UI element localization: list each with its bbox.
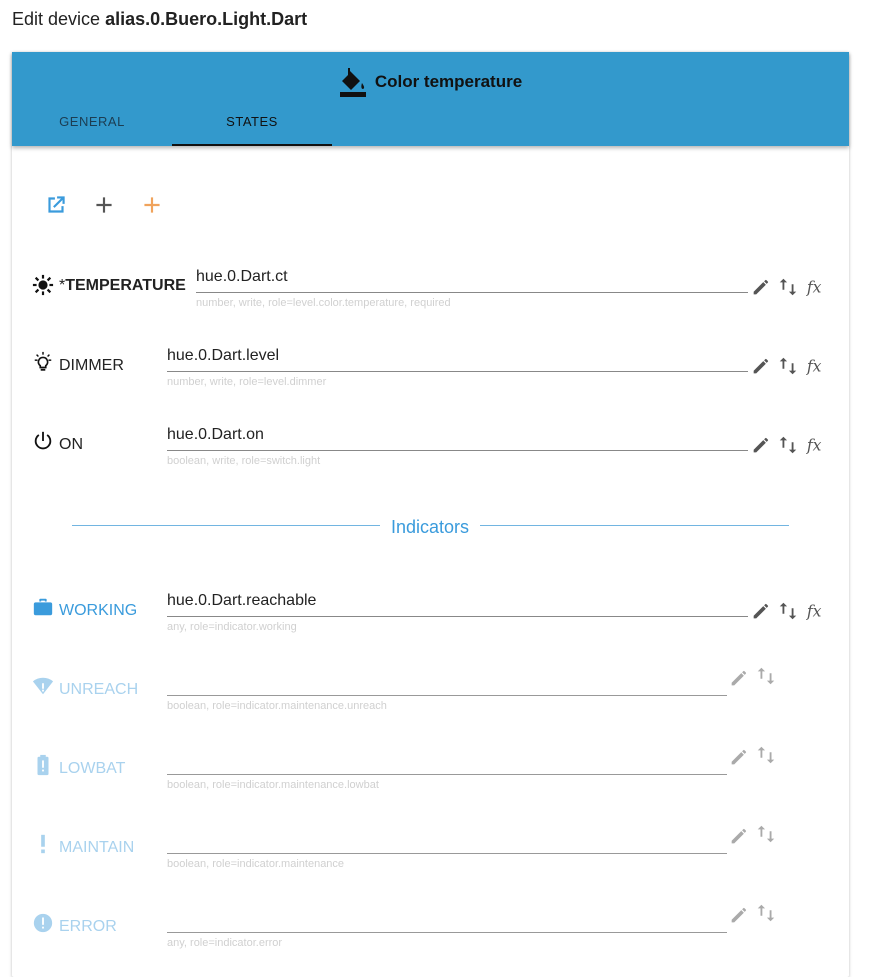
open-in-new-icon[interactable]: [43, 192, 69, 218]
swap-vertical-icon[interactable]: [755, 744, 777, 766]
swap-vertical-icon[interactable]: [755, 665, 777, 687]
working-hint: any, role=indicator.working: [167, 621, 297, 633]
briefcase-icon: [33, 598, 53, 616]
battery-alert-icon: [37, 754, 49, 776]
temperature-label: *TEMPERATURE: [59, 277, 186, 294]
error-state-input[interactable]: [167, 906, 727, 933]
state-row-on: ON hue.0.Dart.on boolean, write, role=sw…: [12, 426, 849, 490]
indicator-row-lowbat: LOWBAT boolean, role=indicator.maintenan…: [12, 746, 849, 814]
swap-vertical-icon[interactable]: [777, 355, 799, 377]
maintain-label: MAINTAIN: [59, 839, 135, 856]
header-title: Color temperature: [12, 66, 849, 98]
swap-vertical-icon[interactable]: [777, 276, 799, 298]
error-circle-icon: [33, 913, 53, 933]
function-icon[interactable]: fx: [806, 355, 828, 377]
temperature-state-input[interactable]: hue.0.Dart.ct: [196, 266, 748, 293]
state-row-temperature: *TEMPERATURE hue.0.Dart.ct number, write…: [12, 268, 849, 332]
pencil-icon[interactable]: [750, 600, 772, 622]
unreach-label: UNREACH: [59, 681, 139, 698]
tab-states[interactable]: STATES: [172, 108, 332, 146]
on-label: ON: [59, 436, 83, 453]
function-icon[interactable]: fx: [806, 434, 828, 456]
unreach-hint: boolean, role=indicator.maintenance.unre…: [167, 700, 387, 712]
indicator-row-unreach: UNREACH boolean, role=indicator.maintena…: [12, 667, 849, 735]
on-state-input[interactable]: hue.0.Dart.on: [167, 424, 748, 451]
power-icon: [34, 431, 52, 450]
error-label: ERROR: [59, 918, 117, 935]
pencil-icon[interactable]: [728, 746, 750, 768]
sun-icon: [32, 274, 54, 296]
svg-text:fx: fx: [806, 358, 822, 376]
lowbat-state-input[interactable]: [167, 748, 727, 775]
state-row-dimmer: DIMMER hue.0.Dart.level number, write, r…: [12, 347, 849, 411]
maintain-state-input[interactable]: [167, 827, 727, 854]
dimmer-label: DIMMER: [59, 357, 124, 374]
swap-vertical-icon[interactable]: [755, 823, 777, 845]
paint-bucket-icon: [339, 68, 366, 97]
working-label: WORKING: [59, 602, 138, 619]
plus-orange-icon[interactable]: [139, 192, 165, 218]
indicators-divider-label: Indicators: [390, 517, 470, 537]
active-tab-indicator: [172, 144, 332, 146]
lowbat-label: LOWBAT: [59, 760, 126, 777]
function-icon[interactable]: fx: [806, 276, 828, 298]
dimmer-hint: number, write, role=level.dimmer: [167, 376, 327, 388]
page-title: Edit device alias.0.Buero.Light.Dart: [12, 9, 308, 29]
exclamation-icon: [41, 834, 45, 854]
device-id: alias.0.Buero.Light.Dart: [105, 9, 308, 29]
swap-vertical-icon[interactable]: [777, 600, 799, 622]
pencil-icon[interactable]: [750, 434, 772, 456]
indicator-row-working: WORKING hue.0.Dart.reachable any, role=i…: [12, 592, 849, 656]
lowbat-hint: boolean, role=indicator.maintenance.lowb…: [167, 779, 379, 791]
swap-vertical-icon[interactable]: [755, 902, 777, 924]
swap-vertical-icon[interactable]: [777, 434, 799, 456]
unreach-state-input[interactable]: [167, 669, 727, 696]
divider-line-left: [72, 525, 380, 526]
card-header: Color temperature GENERAL STATES: [12, 52, 849, 146]
working-state-input[interactable]: hue.0.Dart.reachable: [167, 590, 748, 617]
tab-general[interactable]: GENERAL: [12, 108, 172, 146]
pencil-icon[interactable]: [750, 276, 772, 298]
dimmer-state-input[interactable]: hue.0.Dart.level: [167, 345, 748, 372]
temperature-hint: number, write, role=level.color.temperat…: [196, 297, 451, 309]
error-hint: any, role=indicator.error: [167, 937, 283, 949]
svg-text:fx: fx: [806, 437, 822, 455]
plus-icon[interactable]: [91, 192, 117, 218]
maintain-hint: boolean, role=indicator.maintenance: [167, 858, 345, 870]
divider-line-right: [480, 525, 789, 526]
pencil-icon[interactable]: [728, 904, 750, 926]
svg-text:fx: fx: [806, 279, 822, 297]
pencil-icon[interactable]: [728, 667, 750, 689]
pencil-icon[interactable]: [750, 355, 772, 377]
lightbulb-icon: [34, 351, 52, 371]
indicator-row-maintain: MAINTAIN boolean, role=indicator.mainten…: [12, 825, 849, 893]
svg-text:fx: fx: [806, 603, 822, 621]
indicator-row-error: ERROR any, role=indicator.error: [12, 904, 849, 972]
device-editor-card: Color temperature GENERAL STATES *TEMPER…: [12, 52, 849, 977]
pencil-icon[interactable]: [728, 825, 750, 847]
function-icon[interactable]: fx: [806, 600, 828, 622]
on-hint: boolean, write, role=switch.light: [167, 455, 321, 467]
wifi-alert-icon: [32, 677, 54, 695]
